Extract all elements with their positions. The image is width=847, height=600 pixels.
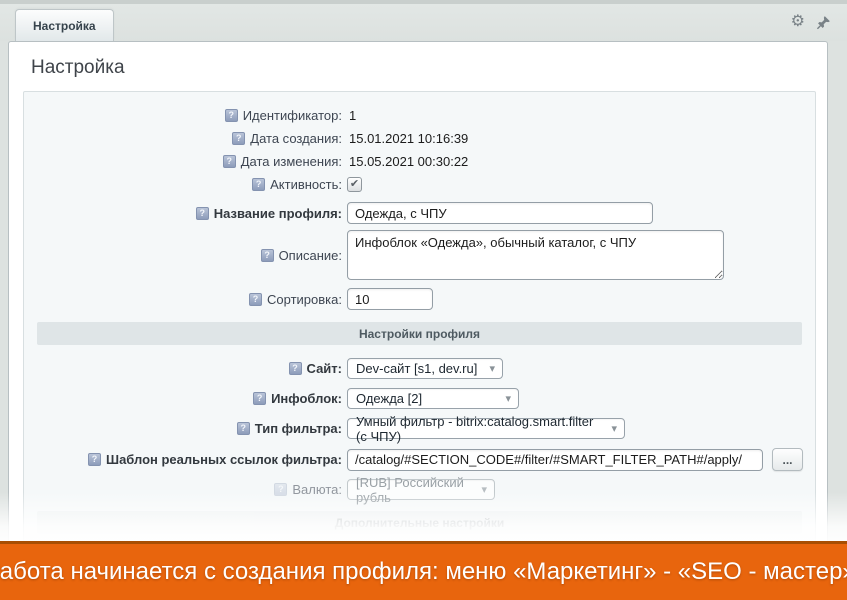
active-label: Активность: — [270, 177, 342, 192]
description-label: Описание: — [279, 248, 342, 263]
section-additional-settings: Дополнительные настройки — [37, 511, 802, 534]
pin-icon[interactable] — [816, 15, 831, 30]
currency-select-value: [RUB] Российский рубль — [356, 475, 470, 505]
help-icon[interactable]: ? — [289, 362, 302, 375]
field-site: ? Сайт: Dev-сайт [s1, dev.ru] ▾ — [24, 358, 815, 379]
site-select-value: Dev-сайт [s1, dev.ru] — [356, 361, 477, 376]
field-modified: ? Дата изменения: 15.05.2021 00:30:22 — [24, 150, 815, 173]
filter-url-template-input[interactable] — [347, 449, 763, 471]
field-filter-type: ? Тип фильтра: Умный фильтр - bitrix:cat… — [24, 418, 815, 439]
field-identifier: ? Идентификатор: 1 — [24, 104, 815, 127]
help-icon[interactable]: ? — [252, 178, 265, 191]
gear-icon[interactable]: ⚙ — [791, 14, 805, 30]
identifier-label: Идентификатор: — [243, 108, 342, 123]
filter-url-template-label: Шаблон реальных ссылок фильтра: — [106, 452, 342, 467]
chevron-down-icon: ▾ — [505, 392, 511, 405]
filter-type-select[interactable]: Умный фильтр - bitrix:catalog.smart.filt… — [347, 418, 625, 439]
section-profile-settings: Настройки профиля — [37, 322, 802, 345]
field-profile-name: ? Название профиля: — [24, 202, 815, 224]
modified-label: Дата изменения: — [241, 154, 342, 169]
infoblock-select-value: Одежда [2] — [356, 391, 422, 406]
currency-select: [RUB] Российский рубль ▾ — [347, 479, 495, 500]
modified-value: 15.05.2021 00:30:22 — [349, 154, 468, 169]
currency-label: Валюта: — [292, 482, 342, 497]
field-infoblock: ? Инфоблок: Одежда [2] ▾ — [24, 388, 815, 409]
chevron-down-icon: ▾ — [481, 483, 487, 496]
profile-name-input[interactable] — [347, 202, 653, 224]
field-active: ? Активность: ✔ — [24, 173, 815, 196]
bitrix-settings-window: Настройка ⚙ Настройка ? Идентификатор: 1 — [0, 0, 847, 600]
page-title: Настройка — [9, 42, 827, 91]
settings-form: ? Идентификатор: 1 ? Дата создания: 15.0… — [23, 91, 816, 544]
infoblock-label: Инфоблок: — [271, 391, 342, 406]
caption-text: Работа начинается с создания профиля: ме… — [0, 558, 847, 586]
content-sheet: Настройка ? Идентификатор: 1 ? Дата созд… — [8, 41, 828, 600]
help-icon[interactable]: ? — [225, 109, 238, 122]
sort-label: Сортировка: — [267, 292, 342, 307]
chevron-down-icon: ▾ — [611, 422, 617, 435]
field-currency: ? Валюта: [RUB] Российский рубль ▾ — [24, 479, 815, 500]
field-filter-url-template: ? Шаблон реальных ссылок фильтра: ... — [24, 448, 815, 471]
help-icon[interactable]: ? — [232, 132, 245, 145]
sort-input[interactable] — [347, 288, 433, 310]
site-select[interactable]: Dev-сайт [s1, dev.ru] ▾ — [347, 358, 503, 379]
field-description: ? Описание: Инфоблок «Одежда», обычный к… — [24, 230, 815, 280]
field-created: ? Дата создания: 15.01.2021 10:16:39 — [24, 127, 815, 150]
identifier-value: 1 — [349, 108, 356, 123]
caption-banner: Работа начинается с создания профиля: ме… — [0, 541, 847, 600]
browse-button[interactable]: ... — [772, 448, 803, 471]
tabbar-icons: ⚙ — [791, 14, 831, 30]
help-icon[interactable]: ? — [237, 422, 250, 435]
help-icon[interactable]: ? — [88, 453, 101, 466]
created-value: 15.01.2021 10:16:39 — [349, 131, 468, 146]
tab-settings[interactable]: Настройка — [15, 9, 114, 41]
tab-bar: Настройка ⚙ — [0, 4, 847, 41]
created-label: Дата создания: — [250, 131, 342, 146]
site-label: Сайт: — [307, 361, 342, 376]
filter-type-select-value: Умный фильтр - bitrix:catalog.smart.filt… — [356, 414, 600, 444]
help-icon[interactable]: ? — [253, 392, 266, 405]
chevron-down-icon: ▾ — [489, 362, 495, 375]
field-sort: ? Сортировка: — [24, 288, 815, 310]
filter-type-label: Тип фильтра: — [255, 421, 342, 436]
active-checkbox[interactable]: ✔ — [347, 177, 362, 192]
help-icon[interactable]: ? — [196, 207, 209, 220]
help-icon[interactable]: ? — [249, 293, 262, 306]
help-icon: ? — [274, 483, 287, 496]
profile-name-label: Название профиля: — [214, 206, 342, 221]
infoblock-select[interactable]: Одежда [2] ▾ — [347, 388, 519, 409]
description-textarea[interactable]: Инфоблок «Одежда», обычный каталог, с ЧП… — [347, 230, 724, 280]
help-icon[interactable]: ? — [223, 155, 236, 168]
help-icon[interactable]: ? — [261, 249, 274, 262]
